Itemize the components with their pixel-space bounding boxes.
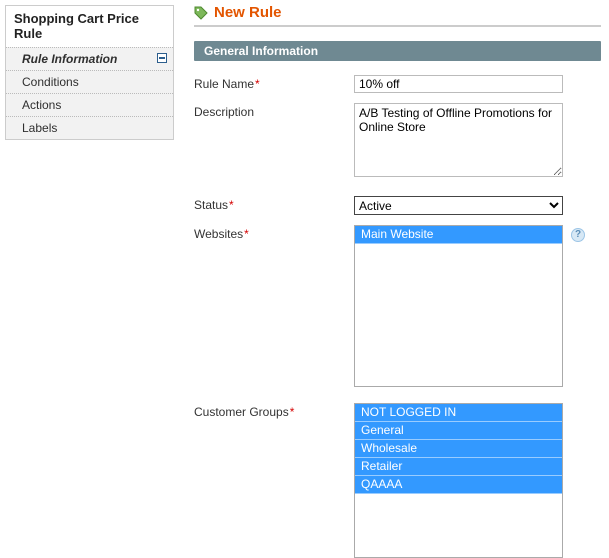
websites-label: Websites*: [194, 225, 354, 387]
main: New Rule General Information Rule Name* …: [174, 0, 609, 550]
status-label: Status*: [194, 196, 354, 215]
collapse-icon[interactable]: [157, 53, 167, 63]
websites-multiselect[interactable]: Main Website: [354, 225, 563, 387]
customer-groups-option[interactable]: QAAAA: [355, 476, 562, 494]
customer-groups-option[interactable]: Wholesale: [355, 440, 562, 458]
sidebar-item-rule-information[interactable]: Rule Information: [6, 48, 173, 71]
required-indicator: *: [290, 405, 295, 419]
description-label: Description: [194, 103, 354, 180]
customer-groups-label: Customer Groups*: [194, 403, 354, 558]
customer-groups-option[interactable]: General: [355, 422, 562, 440]
sidebar-item-labels[interactable]: Labels: [6, 117, 173, 139]
status-select[interactable]: Active: [354, 196, 563, 215]
required-indicator: *: [255, 77, 260, 91]
customer-groups-option[interactable]: NOT LOGGED IN: [355, 404, 562, 422]
sidebar-item-actions[interactable]: Actions: [6, 94, 173, 117]
required-indicator: *: [244, 227, 249, 241]
help-icon[interactable]: ?: [571, 228, 585, 242]
section-title: General Information: [194, 41, 601, 61]
sidebar-title: Shopping Cart Price Rule: [6, 6, 173, 47]
websites-option[interactable]: Main Website: [355, 226, 562, 244]
customer-groups-multiselect[interactable]: NOT LOGGED IN General Wholesale Retailer…: [354, 403, 563, 558]
sidebar-item-label: Rule Information: [22, 52, 117, 66]
page-title: New Rule: [214, 4, 282, 21]
header: New Rule: [194, 4, 601, 27]
sidebar-item-label: Conditions: [22, 75, 79, 89]
tag-icon: [194, 6, 208, 20]
sidebar-item-conditions[interactable]: Conditions: [6, 71, 173, 94]
description-textarea[interactable]: A/B Testing of Offline Promotions for On…: [354, 103, 563, 177]
rule-name-label: Rule Name*: [194, 75, 354, 93]
general-information-form: Rule Name* Description A/B Testing of Of…: [194, 61, 601, 558]
rule-name-input[interactable]: [354, 75, 563, 93]
customer-groups-option[interactable]: Retailer: [355, 458, 562, 476]
sidebar: Shopping Cart Price Rule Rule Informatio…: [0, 0, 174, 550]
sidebar-item-label: Actions: [22, 98, 61, 112]
required-indicator: *: [229, 198, 234, 212]
sidebar-item-label: Labels: [22, 121, 57, 135]
